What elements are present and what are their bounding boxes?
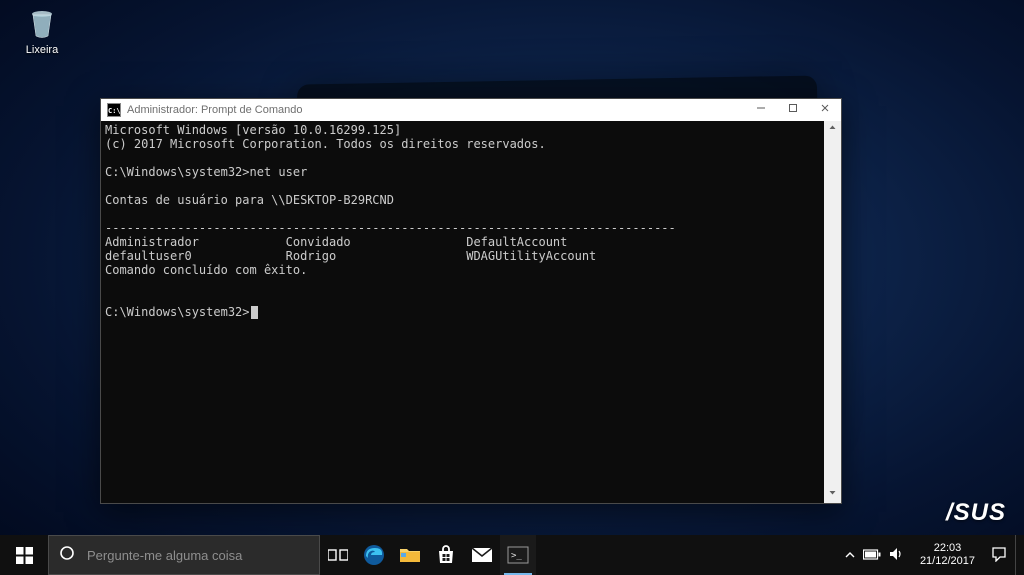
scroll-up-button[interactable]	[824, 121, 841, 138]
taskbar-clock[interactable]: 22:03 21/12/2017	[912, 542, 983, 568]
cmd-prompt-line: C:\Windows\system32>	[105, 305, 250, 319]
cmd-line: (c) 2017 Microsoft Corporation. Todos os…	[105, 137, 546, 151]
edge-icon	[363, 544, 385, 566]
cmd-line: Contas de usuário para \\DESKTOP-B29RCND	[105, 193, 394, 207]
scrollbar[interactable]	[824, 121, 841, 503]
file-explorer-icon	[399, 546, 421, 564]
clock-date: 21/12/2017	[920, 555, 975, 568]
svg-text:>_: >_	[511, 551, 522, 561]
cmd-line: ----------------------------------------…	[105, 221, 676, 235]
taskbar: >_ 22:03 21/12/2017	[0, 535, 1024, 575]
taskbar-app-file-explorer[interactable]	[392, 535, 428, 575]
taskbar-app-cmd[interactable]: >_	[500, 535, 536, 575]
mail-icon	[471, 547, 493, 563]
command-prompt-window: C:\ Administrador: Prompt de Comando Mic…	[100, 98, 842, 504]
cmd-body: Microsoft Windows [versão 10.0.16299.125…	[101, 121, 841, 503]
battery-icon[interactable]	[863, 548, 881, 563]
cortana-search-box[interactable]	[48, 535, 320, 575]
scroll-track[interactable]	[824, 138, 841, 486]
cmd-app-icon: C:\	[107, 103, 121, 117]
scroll-down-button[interactable]	[824, 486, 841, 503]
show-desktop-button[interactable]	[1015, 535, 1022, 575]
task-view-button[interactable]	[320, 535, 356, 575]
cmd-line: Administrador Convidado DefaultAccount	[105, 235, 567, 249]
cmd-line: C:\Windows\system32>net user	[105, 165, 307, 179]
clock-time: 22:03	[920, 542, 975, 555]
cmd-output[interactable]: Microsoft Windows [versão 10.0.16299.125…	[101, 121, 824, 503]
cmd-taskbar-icon: >_	[507, 546, 529, 564]
cursor	[251, 306, 258, 319]
desktop[interactable]: Lixeira C:\ Administrador: Prompt de Com…	[0, 0, 1024, 575]
system-tray: 22:03 21/12/2017	[837, 535, 1024, 575]
search-input[interactable]	[85, 547, 319, 564]
cortana-circle-icon	[49, 545, 85, 566]
close-button[interactable]	[809, 99, 841, 121]
cmd-line: Microsoft Windows [versão 10.0.16299.125…	[105, 123, 401, 137]
tray-overflow-button[interactable]	[845, 548, 855, 563]
taskbar-app-mail[interactable]	[464, 535, 500, 575]
recycle-bin-icon	[24, 6, 60, 42]
maximize-button[interactable]	[777, 99, 809, 121]
taskbar-app-store[interactable]	[428, 535, 464, 575]
window-titlebar[interactable]: C:\ Administrador: Prompt de Comando	[101, 99, 841, 121]
taskbar-app-edge[interactable]	[356, 535, 392, 575]
start-button[interactable]	[0, 535, 48, 575]
recycle-bin-label: Lixeira	[26, 44, 58, 56]
action-center-button[interactable]	[991, 546, 1007, 565]
task-view-icon	[328, 547, 348, 563]
brand-logo: /SUS	[946, 499, 1006, 527]
cmd-line: defaultuser0 Rodrigo WDAGUtilityAccount	[105, 249, 596, 263]
window-title: Administrador: Prompt de Comando	[127, 104, 302, 116]
recycle-bin-desktop-icon[interactable]: Lixeira	[12, 6, 72, 56]
store-icon	[436, 545, 456, 565]
windows-logo-icon	[16, 547, 33, 564]
cmd-line: Comando concluído com êxito.	[105, 263, 307, 277]
minimize-button[interactable]	[745, 99, 777, 121]
volume-icon[interactable]	[889, 547, 904, 564]
